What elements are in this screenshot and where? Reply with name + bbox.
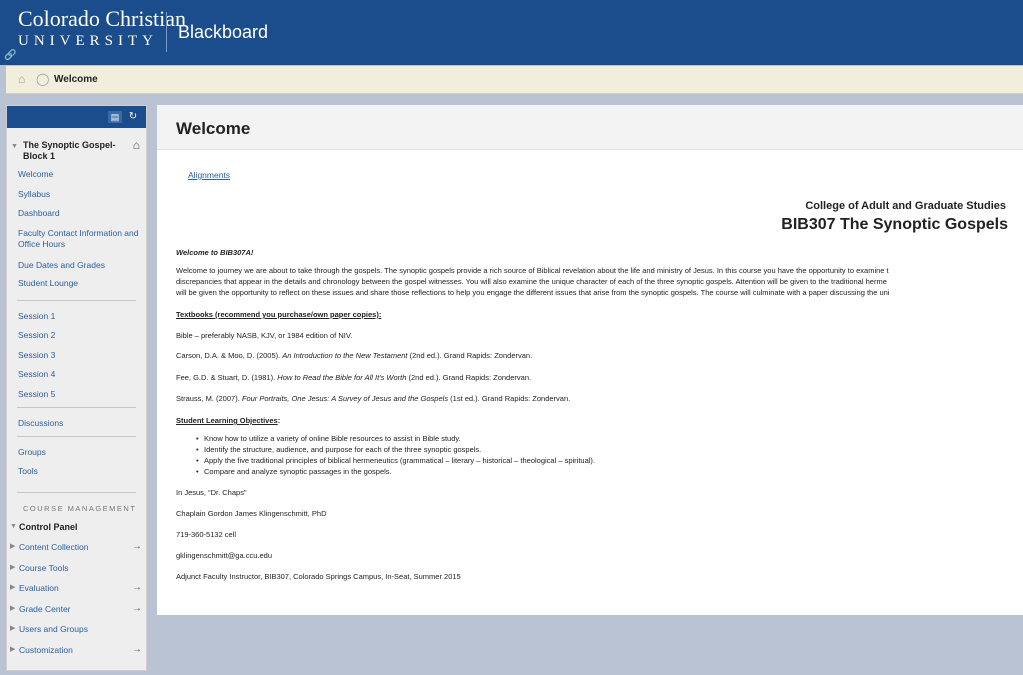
control-panel-label: Control Panel [19, 521, 78, 532]
page-title-bar [157, 105, 1023, 150]
textbook-author: Fee, G.D. & Stuart, D. (1981). [176, 373, 278, 382]
control-item-label: Grade Center [19, 603, 71, 614]
objectives-heading: Student Learning Objectives: [176, 416, 280, 425]
contact-role: Adjunct Faculty Instructor, BIB307, Colo… [176, 572, 461, 581]
textbook-author: Strauss, M. (2007). [176, 394, 242, 403]
college-heading: College of Adult and Graduate Studies [805, 200, 1006, 212]
sidebar-item-tools[interactable]: Tools [7, 466, 146, 486]
textbook-item: Carson, D.A. & Moo, D. (2005). An Introd… [176, 351, 532, 360]
course-menu: ▤ ↻ ▼ The Synoptic Gospel-Block 1 ⌂ Welc… [6, 105, 147, 671]
arrow-right-icon[interactable]: → [132, 640, 142, 661]
course-title-text: The Synoptic Gospel-Block 1 [23, 140, 116, 161]
intro-line: Welcome to journey we are about to take … [176, 266, 889, 275]
content-area: Welcome Alignments College of Adult and … [157, 105, 1023, 615]
sidebar-item-groups[interactable]: Groups [7, 447, 146, 467]
course-home-icon[interactable]: ⌂ [133, 139, 140, 151]
textbook-item: Bible – preferably NASB, KJV, or 1984 ed… [176, 331, 352, 340]
sidebar-item-session-1[interactable]: Session 1 [7, 311, 146, 331]
textbook-publisher: (1st ed.). Grand Rapids: Zondervan. [448, 394, 571, 403]
sidebar-item-session-4[interactable]: Session 4 [7, 369, 146, 389]
expand-triangle-icon: ▶ [10, 563, 16, 571]
control-item-label: Evaluation [19, 583, 59, 593]
collapse-triangle-icon[interactable]: ▼ [11, 141, 18, 152]
textbook-title: An Introduction to the New Testament [282, 351, 408, 360]
control-item-label: Content Collection [19, 542, 89, 552]
control-item-course-tools[interactable]: ▶ Course Tools [7, 558, 146, 579]
textbook-text: Bible – preferably NASB, KJV, or 1984 ed… [176, 331, 353, 340]
textbook-publisher: (2nd ed.). Grand Rapids: Zondervan. [407, 351, 533, 360]
expand-triangle-icon: ▶ [10, 543, 16, 550]
course-heading: BIB307 The Synoptic Gospels [781, 216, 1008, 233]
arrow-right-icon[interactable]: → [132, 578, 142, 599]
objective-item: Know how to utilize a variety of online … [196, 434, 461, 443]
objectives-heading-colon: : [277, 416, 281, 425]
control-item-customization[interactable]: ▶ Customization → [7, 640, 146, 661]
sidebar-item-due-dates[interactable]: Due Dates and Grades [7, 260, 146, 278]
refresh-icon[interactable]: ↻ [126, 111, 140, 123]
collapse-triangle-icon: ▼ [10, 522, 17, 530]
textbook-title: How to Read the Bible for All It's Worth [277, 373, 407, 382]
welcome-heading: Welcome to BIB307A! [176, 248, 254, 257]
expand-triangle-icon: ▶ [10, 604, 16, 612]
control-item-label: Course Tools [19, 562, 69, 573]
sidebar-item-dashboard[interactable]: Dashboard [7, 208, 146, 228]
control-item-evaluation[interactable]: ▶ Evaluation → [7, 578, 146, 599]
textbook-item: Fee, G.D. & Stuart, D. (1981). How to Re… [176, 373, 531, 382]
alignments-link[interactable]: Alignments [188, 170, 230, 180]
breadcrumb-menu-icon[interactable]: ◯ [36, 72, 49, 86]
intro-line: will be given the opportunity to reflect… [176, 288, 890, 297]
sidebar-item-session-5[interactable]: Session 5 [7, 389, 146, 403]
sidebar-item-session-3[interactable]: Session 3 [7, 350, 146, 370]
sidebar-item-faculty-contact[interactable]: Faculty Contact Information and Office H… [7, 228, 146, 260]
expand-triangle-icon: ▶ [10, 625, 16, 632]
page-title: Welcome [176, 119, 251, 138]
intro-line: discrepancies that appear in the details… [176, 277, 887, 286]
course-management-heading: COURSE MANAGEMENT [23, 503, 137, 513]
course-menu-toolbar: ▤ ↻ [7, 106, 146, 128]
arrow-right-icon[interactable]: → [132, 537, 142, 558]
logo-line-2: UNIVERSITY [18, 33, 158, 49]
control-item-grade-center[interactable]: ▶ Grade Center → [7, 599, 146, 620]
objectives-heading-text: Student Learning Objectives [176, 416, 278, 425]
sidebar-item-welcome[interactable]: Welcome [7, 169, 146, 189]
top-header: Colorado Christian UNIVERSITY 🔗 Blackboa… [0, 0, 1023, 65]
textbook-author: Carson, D.A. & Moo, D. (2005). [176, 351, 283, 360]
app-title[interactable]: Blackboard [178, 22, 268, 43]
folder-view-icon[interactable]: ▤ [108, 111, 122, 123]
university-logo[interactable]: Colorado Christian UNIVERSITY [18, 6, 186, 50]
expand-triangle-icon: ▶ [10, 584, 16, 591]
arrow-right-icon[interactable]: → [132, 599, 142, 620]
home-icon[interactable]: ⌂ [18, 72, 25, 86]
sidebar-item-session-2[interactable]: Session 2 [7, 330, 146, 350]
header-divider [166, 12, 167, 52]
control-item-users-and-groups[interactable]: ▶ Users and Groups [7, 619, 146, 640]
sidebar-item-discussions[interactable]: Discussions [7, 418, 146, 432]
breadcrumb: ⌂ ◯ Welcome [6, 66, 1023, 94]
control-item-content-collection[interactable]: ▶ Content Collection → [7, 537, 146, 558]
textbook-item: Strauss, M. (2007). Four Portraits, One … [176, 394, 570, 403]
textbooks-heading: Textbooks (recommend you purchase/own pa… [176, 310, 382, 319]
sidebar-item-syllabus[interactable]: Syllabus [7, 189, 146, 209]
control-item-label: Users and Groups [19, 624, 88, 634]
course-title[interactable]: ▼ The Synoptic Gospel-Block 1 ⌂ [7, 128, 146, 166]
contact-name: Chaplain Gordon James Klingenschmitt, Ph… [176, 509, 327, 518]
objective-item: Identify the structure, audience, and pu… [196, 445, 481, 454]
link-icon: 🔗 [4, 50, 17, 61]
control-item-label: Customization [19, 644, 73, 655]
contact-phone: 719-360-5132 cell [176, 530, 237, 539]
signoff: In Jesus, “Dr. Chaps” [176, 488, 247, 497]
objective-item: Compare and analyze synoptic passages in… [196, 467, 392, 476]
logo-line-1: Colorado Christian [18, 6, 187, 31]
sidebar-item-student-lounge[interactable]: Student Lounge [7, 278, 146, 296]
expand-triangle-icon: ▶ [10, 645, 16, 653]
control-panel-header[interactable]: ▼ Control Panel [7, 517, 146, 538]
breadcrumb-current: Welcome [54, 74, 98, 85]
textbook-title: Four Portraits, One Jesus: A Survey of J… [241, 394, 449, 403]
contact-email: gklingenschmitt@ga.ccu.edu [176, 551, 272, 560]
textbook-publisher: (2nd ed.). Grand Rapids: Zondervan. [406, 373, 532, 382]
objective-item: Apply the five traditional principles of… [196, 456, 595, 465]
